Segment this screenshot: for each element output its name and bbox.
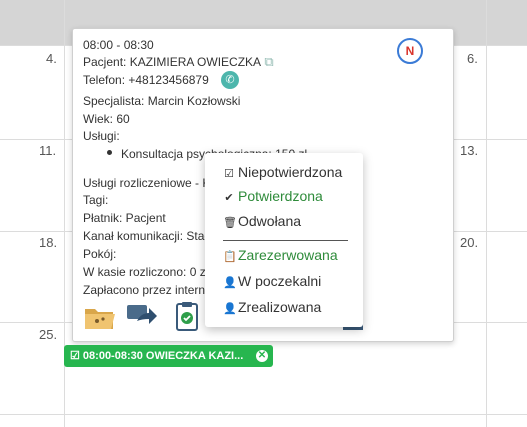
checkbox-icon: ☑ <box>224 168 234 180</box>
user-icon: 👤 <box>223 277 237 289</box>
status-badge: N <box>397 38 423 64</box>
tags: Tagi: <box>83 193 109 207</box>
share-icon[interactable] <box>125 301 159 331</box>
appointment-time: 08:00 - 08:30 <box>83 38 154 52</box>
grid-line <box>0 414 527 415</box>
folder-icon[interactable] <box>83 301 117 331</box>
phone-icon[interactable]: ✆ <box>221 71 239 89</box>
day-number: 18. <box>39 235 58 250</box>
status-option-completed[interactable]: 👤Zrealizowana <box>223 297 321 317</box>
list-bullet <box>107 150 112 155</box>
patient-phone: Telefon: +48123456879 <box>83 73 209 87</box>
grid-line <box>486 0 487 427</box>
status-option-confirmed[interactable]: ✔ Potwierdzona <box>223 186 322 206</box>
patient-age: Wiek: 60 <box>83 112 130 126</box>
day-number: 6. <box>467 51 478 66</box>
status-option-reserved[interactable]: 📋Zarezerwowana <box>223 245 338 265</box>
day-number: 11. <box>39 143 57 158</box>
specialist: Specjalista: Marcin Kozłowski <box>83 94 241 108</box>
event-chip[interactable]: ☑ 08:00-08:30 OWIECZKA KAZI... ✕ <box>64 345 273 367</box>
check-icon: ✔ <box>224 192 234 204</box>
day-number: 13. <box>460 143 479 158</box>
cash-settled: W kasie rozliczono: 0 zł <box>83 265 209 279</box>
status-option-unconfirmed[interactable]: ☑ Niepotwierdzona <box>223 162 342 182</box>
day-number: 20. <box>460 235 479 250</box>
patient-name: Pacjent: KAZIMIERA OWIECZKA <box>83 55 262 69</box>
status-menu: ☑ Niepotwierdzona ✔ Potwierdzona 🗑Odwołana… <box>205 153 363 327</box>
clipboard-icon: 📋 <box>223 251 237 263</box>
checkbox-icon: ☑ <box>70 350 83 362</box>
event-chip-label: 08:00-08:30 OWIECZKA KAZI... <box>82 350 244 362</box>
clipboard-check-icon[interactable] <box>171 301 205 331</box>
status-option-waiting-room[interactable]: 👤W poczekalni <box>223 271 321 291</box>
services-label: Usługi: <box>83 129 120 143</box>
user-check-icon: 👤 <box>223 303 237 315</box>
trash-icon: 🗑 <box>223 217 237 229</box>
day-number: 25. <box>39 327 58 342</box>
close-icon[interactable]: ✕ <box>256 350 268 362</box>
day-number: 4. <box>46 51 57 66</box>
menu-divider <box>223 240 348 241</box>
copy-icon[interactable]: ⧉ <box>261 54 277 70</box>
payer: Płatnik: Pacjent <box>83 211 166 225</box>
status-option-cancelled[interactable]: 🗑Odwołana <box>223 211 301 231</box>
room: Pokój: <box>83 247 117 261</box>
